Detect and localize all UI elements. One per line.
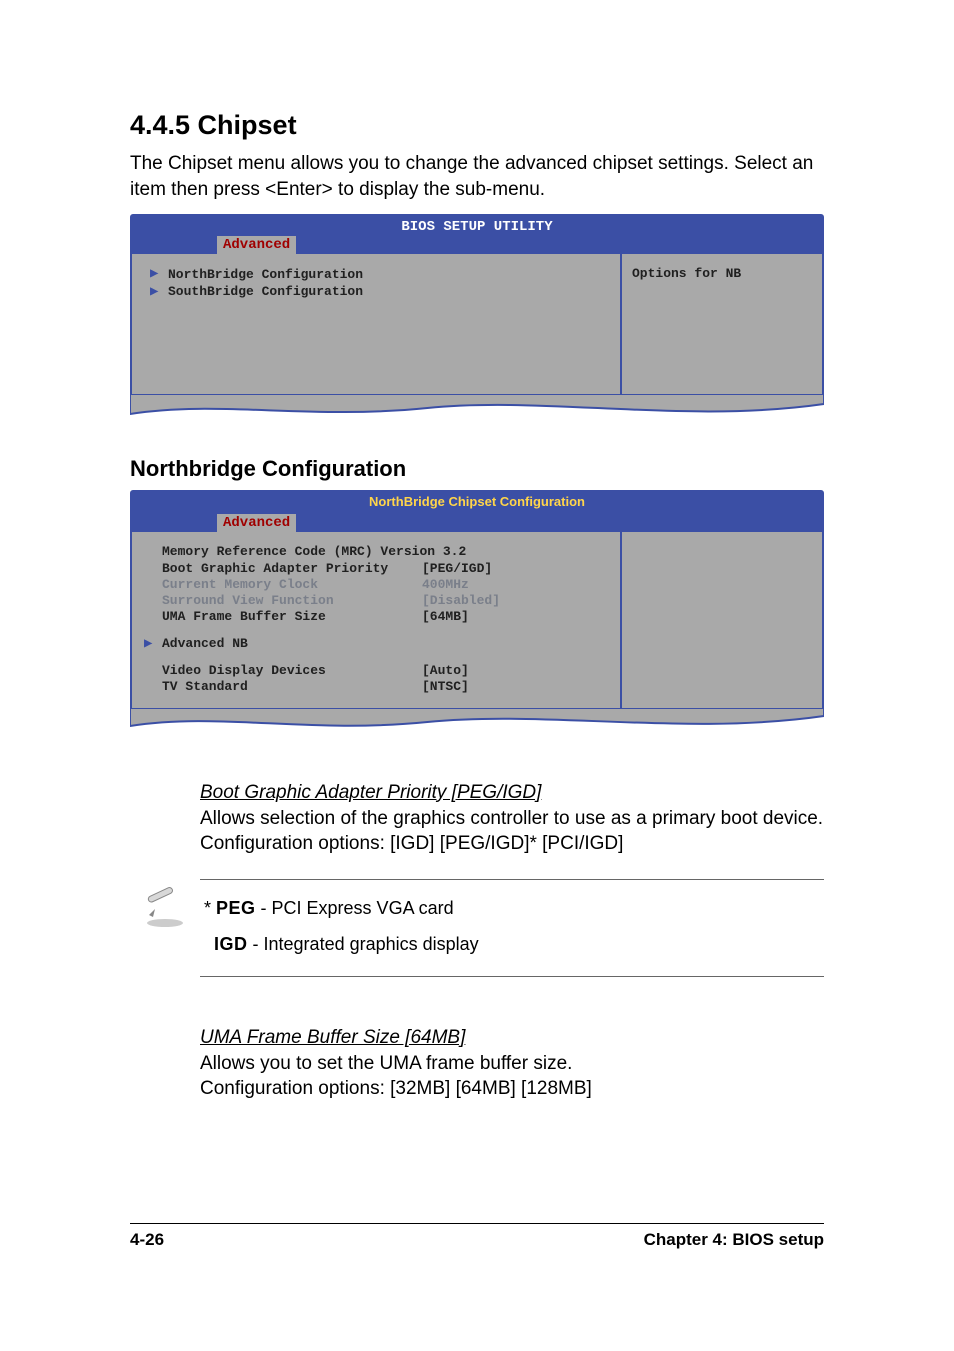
item-label: Surround View Function xyxy=(162,593,422,609)
item-value: [64MB] xyxy=(422,609,469,625)
item-value: [PEG/IGD] xyxy=(422,561,492,577)
menu-label: SouthBridge Configuration xyxy=(168,284,363,300)
item-surround-view: Surround View Function [Disabled] xyxy=(162,593,608,609)
item-label: TV Standard xyxy=(162,679,422,695)
bios-help-pane xyxy=(620,532,822,707)
option-uma-line1: Allows you to set the UMA frame buffer s… xyxy=(200,1051,824,1077)
option-boot-graphic-desc: Allows selection of the graphics control… xyxy=(200,806,824,857)
item-label: UMA Frame Buffer Size xyxy=(162,609,422,625)
triangle-right-icon: ▶ xyxy=(150,266,168,284)
northbridge-heading: Northbridge Configuration xyxy=(130,456,824,482)
item-label: Video Display Devices xyxy=(162,663,422,679)
menu-label: NorthBridge Configuration xyxy=(168,267,363,283)
note-prefix: * xyxy=(204,898,216,918)
item-value: 400MHz xyxy=(422,577,469,593)
bios-tab-row: Advanced xyxy=(132,235,822,254)
bios-menu-left: Memory Reference Code (MRC) Version 3.2 … xyxy=(132,532,620,707)
pencil-note-icon xyxy=(143,885,187,929)
igd-label: IGD xyxy=(214,934,248,954)
torn-edge-decoration xyxy=(130,394,824,428)
option-uma-line2: Configuration options: [32MB] [64MB] [12… xyxy=(200,1076,824,1102)
bios-chipset-menu: BIOS SETUP UTILITY Advanced ▶ NorthBridg… xyxy=(130,214,824,396)
page-footer: 4-26 Chapter 4: BIOS setup xyxy=(0,1223,954,1250)
menu-item-southbridge[interactable]: ▶ SouthBridge Configuration xyxy=(150,284,608,302)
page-number: 4-26 xyxy=(130,1230,164,1250)
item-value: [NTSC] xyxy=(422,679,469,695)
note-line-peg: * PEG - PCI Express VGA card xyxy=(204,890,820,926)
intro-text: The Chipset menu allows you to change th… xyxy=(130,151,824,202)
item-tv-standard[interactable]: TV Standard [NTSC] xyxy=(162,679,608,695)
item-value: [Auto] xyxy=(422,663,469,679)
igd-desc: - Integrated graphics display xyxy=(248,934,479,954)
item-label: Boot Graphic Adapter Priority xyxy=(162,561,422,577)
bios-menu-left: ▶ NorthBridge Configuration ▶ SouthBridg… xyxy=(132,254,620,394)
help-text: Options for NB xyxy=(632,266,741,281)
peg-label: PEG xyxy=(216,898,256,918)
option-uma-title: UMA Frame Buffer Size [64MB] xyxy=(200,1027,824,1049)
chapter-label: Chapter 4: BIOS setup xyxy=(644,1230,824,1250)
bios-tab-row: Advanced xyxy=(132,513,822,532)
bios-help-pane: Options for NB xyxy=(620,254,822,394)
item-value: [Disabled] xyxy=(422,593,500,609)
triangle-right-icon: ▶ xyxy=(150,284,168,302)
option-boot-graphic-title: Boot Graphic Adapter Priority [PEG/IGD] xyxy=(200,782,824,804)
item-label: Current Memory Clock xyxy=(162,577,422,593)
item-video-display[interactable]: Video Display Devices [Auto] xyxy=(162,663,608,679)
bios-tab-advanced: Advanced xyxy=(217,514,296,532)
section-heading: 4.4.5 Chipset xyxy=(130,110,824,141)
peg-desc: - PCI Express VGA card xyxy=(256,898,454,918)
note-line-igd: IGD - Integrated graphics display xyxy=(204,926,820,962)
bios-title: BIOS SETUP UTILITY xyxy=(132,216,822,235)
submenu-label: Advanced NB xyxy=(162,636,248,652)
torn-edge-decoration xyxy=(130,708,824,742)
bios-subtitle: NorthBridge Chipset Configuration xyxy=(132,492,822,513)
submenu-advanced-nb[interactable]: ▶ Advanced NB xyxy=(144,636,608,654)
item-boot-graphic[interactable]: Boot Graphic Adapter Priority [PEG/IGD] xyxy=(162,561,608,577)
info-line: Memory Reference Code (MRC) Version 3.2 xyxy=(162,544,608,560)
menu-item-northbridge[interactable]: ▶ NorthBridge Configuration xyxy=(150,266,608,284)
item-memory-clock: Current Memory Clock 400MHz xyxy=(162,577,608,593)
bios-northbridge-config: NorthBridge Chipset Configuration Advanc… xyxy=(130,490,824,709)
item-uma-buffer[interactable]: UMA Frame Buffer Size [64MB] xyxy=(162,609,608,625)
triangle-right-icon: ▶ xyxy=(144,636,162,654)
bios-tab-advanced: Advanced xyxy=(217,236,296,254)
note-box: * PEG - PCI Express VGA card IGD - Integ… xyxy=(130,879,824,977)
